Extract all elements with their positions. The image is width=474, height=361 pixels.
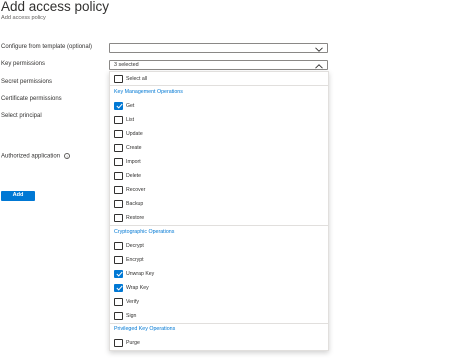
option-label: Decrypt <box>126 242 144 249</box>
add-button[interactable]: Add <box>1 191 35 201</box>
checkmark-icon <box>116 285 123 291</box>
chevron-up-icon <box>315 63 323 69</box>
secret-permissions-label: Secret permissions <box>1 79 53 85</box>
checkmark-icon <box>116 103 123 109</box>
update-checkbox[interactable] <box>114 129 123 138</box>
key-permissions-options-panel: Select all Key Management Operations Get… <box>109 71 329 351</box>
select-principal-label: Select principal <box>1 113 42 119</box>
option-label: Delete <box>126 172 141 179</box>
recover-checkbox[interactable] <box>114 185 123 194</box>
option-label: Purge <box>126 339 140 346</box>
certificate-permissions-label: Certificate permissions <box>1 96 62 102</box>
create-checkbox[interactable] <box>114 143 123 152</box>
select-all-checkbox[interactable] <box>114 74 123 83</box>
key-permissions-label: Key permissions <box>1 61 46 67</box>
option-label: Import <box>126 158 141 165</box>
option-label: Backup <box>126 200 144 207</box>
key-permissions-dropdown[interactable]: 3 selected <box>109 60 328 70</box>
unwrap-key-checkbox[interactable] <box>114 269 123 278</box>
option-label: Unwrap Key <box>126 270 155 277</box>
wrap-key-checkbox[interactable] <box>114 283 123 292</box>
authorized-application-label-row: Authorized application i <box>1 153 71 160</box>
decrypt-checkbox[interactable] <box>114 241 123 250</box>
info-icon[interactable]: i <box>64 153 71 159</box>
divider <box>110 323 328 324</box>
key-permissions-value: 3 selected <box>114 62 139 69</box>
page-subtitle: Add access policy <box>1 15 46 21</box>
group-heading-privileged: Privileged Key Operations <box>114 326 176 332</box>
checkmark-icon <box>116 271 123 277</box>
option-label: Get <box>126 102 135 109</box>
authorized-application-label: Authorized application <box>1 153 61 160</box>
import-checkbox[interactable] <box>114 157 123 166</box>
option-label: Sign <box>126 312 137 319</box>
configure-template-dropdown[interactable] <box>109 43 328 53</box>
option-label: Verify <box>126 298 139 305</box>
configure-template-label: Configure from template (optional) <box>1 44 93 50</box>
group-heading-cryptographic: Cryptographic Operations <box>114 229 175 235</box>
option-label: Create <box>126 144 142 151</box>
option-label: List <box>126 116 135 123</box>
verify-checkbox[interactable] <box>114 297 123 306</box>
option-label: Restore <box>126 214 145 221</box>
page-title: Add access policy <box>1 0 110 14</box>
encrypt-checkbox[interactable] <box>114 255 123 264</box>
backup-checkbox[interactable] <box>114 199 123 208</box>
purge-checkbox[interactable] <box>114 338 123 347</box>
option-label: Update <box>126 130 143 137</box>
option-label: Recover <box>126 186 146 193</box>
select-all-label: Select all <box>126 75 148 82</box>
divider <box>110 225 328 226</box>
divider <box>110 85 328 86</box>
delete-checkbox[interactable] <box>114 171 123 180</box>
get-checkbox[interactable] <box>114 101 123 110</box>
add-access-policy-page: Add access policy Add access policy Conf… <box>0 0 474 361</box>
list-checkbox[interactable] <box>114 115 123 124</box>
restore-checkbox[interactable] <box>114 213 123 222</box>
option-label: Encrypt <box>126 256 144 263</box>
chevron-down-icon <box>315 46 323 52</box>
option-label: Wrap Key <box>126 284 149 291</box>
group-heading-key-management: Key Management Operations <box>114 89 183 95</box>
sign-checkbox[interactable] <box>114 311 123 320</box>
